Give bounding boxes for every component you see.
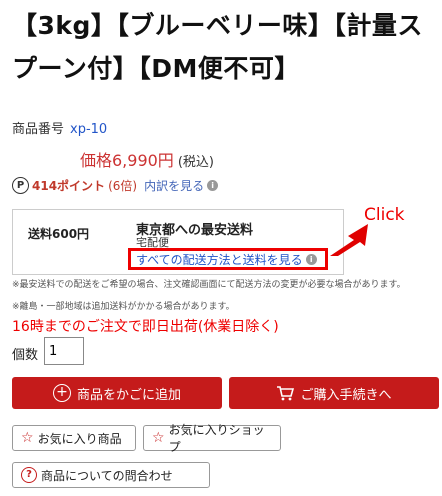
points-icon: P bbox=[12, 177, 29, 194]
star-icon: ☆ bbox=[152, 430, 165, 446]
add-to-cart-button[interactable]: + 商品をかごに追加 bbox=[12, 377, 222, 409]
product-title: 【3kg】【ブルーベリー味】【計量スプーン付】【DM便不可】 bbox=[12, 11, 423, 83]
favorite-shop-button[interactable]: ☆ お気に入りショップ bbox=[143, 423, 281, 454]
add-to-cart-label: 商品をかごに追加 bbox=[76, 387, 181, 403]
star-icon: ☆ bbox=[21, 430, 34, 446]
info-icon[interactable]: i bbox=[207, 180, 219, 191]
same-day-shipping-note: 16時までのご注文で即日出荷(休業日除く) bbox=[12, 319, 279, 335]
quantity-label: 個数 bbox=[12, 348, 39, 363]
quantity-input[interactable] bbox=[44, 337, 84, 365]
points-row: P 414ポイント (6倍) 内訳を見る i bbox=[12, 177, 219, 194]
checkout-button[interactable]: ご購入手続きへ bbox=[229, 377, 439, 409]
favorite-shop-label: お気に入りショップ bbox=[168, 423, 265, 454]
points-breakdown-link[interactable]: 内訳を見る bbox=[144, 177, 204, 194]
info-icon[interactable]: i bbox=[305, 254, 317, 265]
price-value: 価格6,990円 bbox=[80, 151, 174, 170]
sku-code: xp-10 bbox=[70, 122, 108, 137]
all-shipping-methods-label[interactable]: すべての配送方法と送料を見る bbox=[136, 251, 303, 268]
product-sku: 商品番号 xp-10 bbox=[12, 118, 107, 137]
tax-note: (税込) bbox=[177, 155, 214, 170]
sku-label: 商品番号 bbox=[12, 122, 65, 137]
favorite-item-button[interactable]: ☆ お気に入り商品 bbox=[12, 425, 136, 451]
product-inquiry-label: 商品についての問合わせ bbox=[41, 468, 173, 483]
question-icon: ? bbox=[21, 467, 37, 483]
all-shipping-methods-link[interactable]: すべての配送方法と送料を見る i bbox=[136, 251, 317, 268]
points-value: 414ポイント bbox=[32, 179, 106, 193]
favorite-item-label: お気に入り商品 bbox=[37, 431, 122, 446]
click-annotation: Click bbox=[364, 205, 405, 225]
checkout-label: ご購入手続きへ bbox=[300, 387, 392, 403]
product-inquiry-button[interactable]: ? 商品についての問合わせ bbox=[12, 462, 210, 488]
shipping-fee: 送料600円 bbox=[28, 227, 90, 241]
cart-icon bbox=[277, 386, 295, 401]
plus-circle-icon: + bbox=[52, 384, 71, 402]
points-multiplier: (6倍) bbox=[108, 179, 138, 193]
arrow-icon bbox=[330, 224, 368, 256]
shipping-note: ※最安送料での配送をご希望の場合、注文確認画面にて配送方法の変更が必要な場合があ… bbox=[12, 280, 406, 290]
price: 価格6,990円 (税込) bbox=[80, 147, 214, 171]
island-note: ※離島・一部地域は追加送料がかかる場合があります。 bbox=[12, 302, 235, 312]
